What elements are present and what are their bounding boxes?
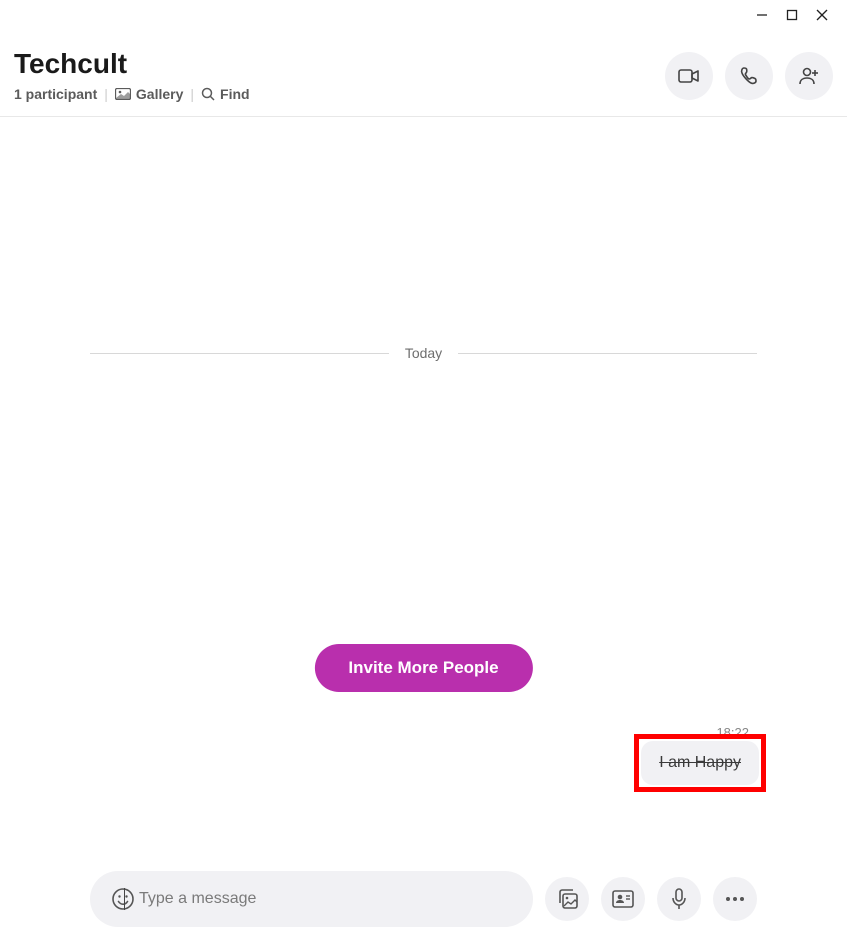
close-button[interactable] <box>807 5 837 25</box>
gallery-link[interactable]: Gallery <box>115 86 183 102</box>
separator: | <box>104 86 108 102</box>
sent-message-bubble[interactable]: I am Happy <box>641 741 759 785</box>
gallery-label: Gallery <box>136 86 183 102</box>
participants-link[interactable]: 1 participant <box>14 86 97 102</box>
more-options-button[interactable] <box>713 877 757 921</box>
message-input[interactable] <box>125 871 523 927</box>
message-input-container <box>90 871 533 927</box>
attach-file-button[interactable] <box>545 877 589 921</box>
find-link[interactable]: Find <box>201 86 250 102</box>
minimize-button[interactable] <box>747 5 777 25</box>
phone-icon <box>739 66 759 86</box>
contact-card-button[interactable] <box>601 877 645 921</box>
video-call-button[interactable] <box>665 52 713 100</box>
highlight-box: I am Happy <box>634 734 766 792</box>
separator: | <box>190 86 194 102</box>
divider <box>458 353 757 354</box>
chat-area: Today Invite More People 18:22 I am Happ… <box>0 117 847 829</box>
microphone-icon <box>671 888 687 910</box>
search-icon <box>201 87 215 101</box>
chat-title: Techcult <box>14 48 665 80</box>
add-person-icon <box>798 66 820 86</box>
maximize-button[interactable] <box>777 5 807 25</box>
invite-more-button[interactable]: Invite More People <box>314 644 532 692</box>
contact-icon <box>612 890 634 908</box>
date-separator: Today <box>389 345 458 361</box>
divider <box>90 353 389 354</box>
audio-call-button[interactable] <box>725 52 773 100</box>
video-icon <box>678 68 700 84</box>
add-person-button[interactable] <box>785 52 833 100</box>
gallery-icon <box>115 88 131 100</box>
more-icon <box>725 896 745 902</box>
file-image-icon <box>556 889 578 909</box>
voice-message-button[interactable] <box>657 877 701 921</box>
find-label: Find <box>220 86 250 102</box>
